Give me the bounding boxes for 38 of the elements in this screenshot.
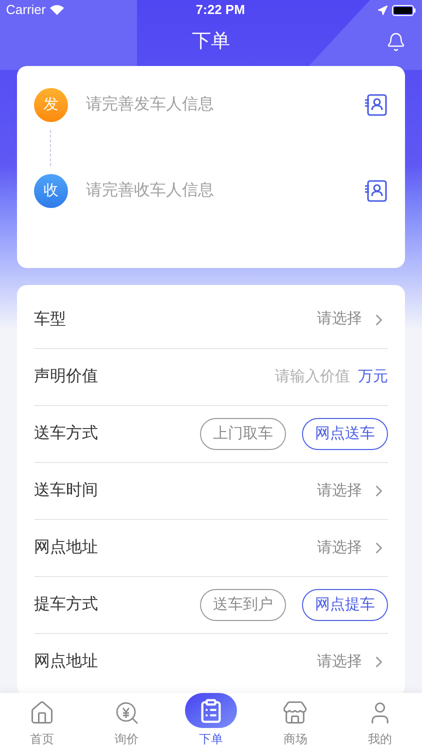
value-input[interactable]: 请输入价值 [266,366,350,388]
battery-icon [392,4,416,16]
select-value[interactable]: 请选择 [317,650,362,674]
field-label: 车型 [34,310,66,330]
select-value[interactable]: 请选择 [317,308,362,331]
field-label: 提车方式 [34,594,98,615]
badge-icon: 收 [34,174,68,208]
clock-label: 7:22 PM [196,1,245,20]
option-button[interactable]: 网点提车 [302,589,388,621]
field-label: 网点地址 [34,652,98,672]
option-button[interactable]: 网点送车 [302,418,388,450]
contact-field[interactable]: 请完善收车人信息 [86,179,364,203]
option-button[interactable]: 送车到户 [200,589,286,621]
select-value[interactable]: 请选择 [317,536,362,560]
carrier-label: Carrier [6,1,46,20]
wifi-icon [50,5,64,15]
tab-item[interactable]: 首页 [0,693,84,750]
shop-icon [282,700,308,726]
badge-icon: 发 [34,88,68,122]
address-book-icon[interactable] [364,179,388,203]
option-button[interactable]: 上门取车 [200,418,286,450]
address-book-icon[interactable] [364,93,388,117]
tab-item[interactable]: 下单 [168,693,254,750]
location-icon [377,4,388,16]
select-value[interactable]: 请选择 [317,480,362,502]
contact-field[interactable]: 请完善发车人信息 [86,93,364,117]
price-search-icon [114,700,140,726]
unit-label: 万元 [358,366,388,387]
field-label: 网点地址 [34,538,98,558]
page-title: 下单 [192,30,230,54]
field-label: 送车时间 [34,480,98,501]
tab-item[interactable]: 询价 [84,693,169,750]
field-label: 送车方式 [34,424,98,444]
tab-item[interactable]: 我的 [338,693,422,750]
home-icon [29,700,56,726]
notification-icon[interactable] [386,32,406,52]
field-label: 声明价值 [34,366,98,387]
tab-item[interactable]: 商场 [253,693,338,750]
